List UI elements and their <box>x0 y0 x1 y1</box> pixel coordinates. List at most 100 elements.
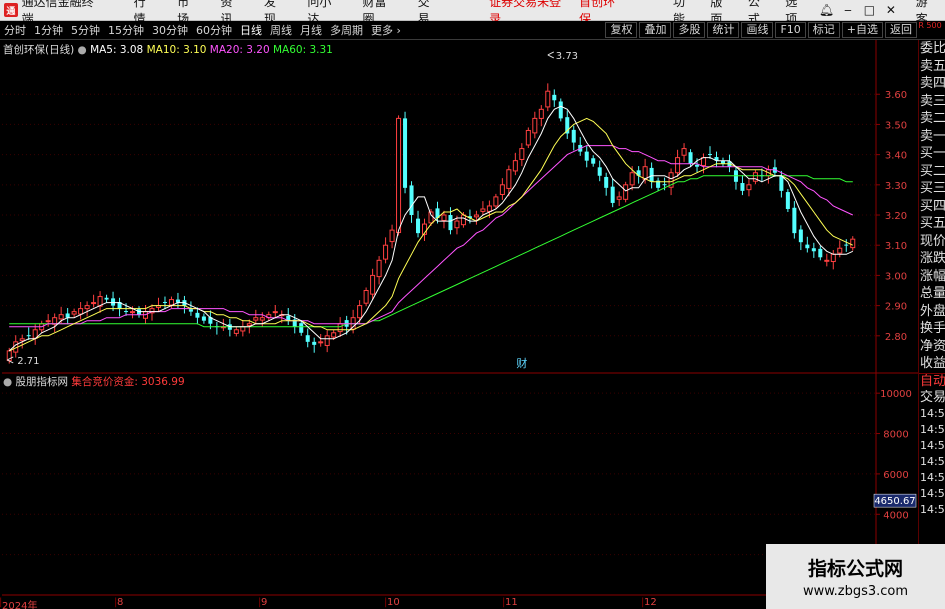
period-15min[interactable]: 15分钟 <box>104 22 148 38</box>
menu-bar: 通 通达信金融终端 行情 市场 资讯 发现 问小达 财富圈 交易 证券交易未登录… <box>0 0 945 26</box>
period-60min[interactable]: 60分钟 <box>192 22 236 38</box>
settings-circle-icon[interactable]: ● <box>78 44 87 56</box>
maximize-icon[interactable]: □ <box>859 3 880 17</box>
period-30min[interactable]: 30分钟 <box>148 22 192 38</box>
candle-body-up <box>746 184 752 191</box>
candle-body-up <box>253 317 259 321</box>
candle-body-up <box>532 117 538 134</box>
candle-body-down <box>124 311 129 313</box>
date-tick-label: 12 <box>644 597 657 608</box>
price-tick-label: 3.60 <box>885 90 907 101</box>
tool-adjust[interactable]: 复权 <box>605 22 638 38</box>
candle-body-up <box>538 108 544 119</box>
candle-body-down <box>416 218 421 234</box>
side-panel-row: 换手 <box>920 321 945 336</box>
period-monthly[interactable]: 月线 <box>296 22 326 38</box>
candle-body-up <box>259 317 265 321</box>
candle-body-down <box>591 158 596 164</box>
candle-body-up <box>519 148 525 160</box>
candle-body-down <box>779 176 784 191</box>
period-more[interactable]: 更多 › <box>367 22 405 38</box>
ma10-label: MA10: 3.10 <box>146 44 207 56</box>
period-weekly[interactable]: 周线 <box>266 22 296 38</box>
sub-tick-label: 4000 <box>883 510 908 521</box>
candle-body-up <box>370 274 376 295</box>
candle-body-up <box>460 214 466 226</box>
side-panel-row: 外盘 <box>920 303 945 319</box>
side-panel-row: 收益 <box>920 356 945 371</box>
candle-body-up <box>616 196 622 200</box>
sub-indicator-legend: ● 股朋指标网 集合竞价资金: 3036.99 <box>3 374 185 389</box>
candle-body-up <box>830 253 836 263</box>
candle-body-down <box>65 313 70 318</box>
side-panel-row: 卖五 <box>920 58 945 74</box>
price-tick-label: 2.80 <box>885 332 907 343</box>
date-tick-label: 8 <box>117 597 124 608</box>
date-tick-label: 9 <box>261 597 268 608</box>
candle-body-down <box>818 248 823 258</box>
side-panel-row: 委比 <box>920 41 945 56</box>
candle-body-down <box>649 167 654 182</box>
ma20-label: MA20: 3.20 <box>209 44 270 56</box>
tool-overlay[interactable]: 叠加 <box>639 22 672 38</box>
period-5min[interactable]: 5分钟 <box>67 22 104 38</box>
side-panel-auto-trade[interactable]: 自动 <box>919 374 945 390</box>
tool-add-watchlist[interactable]: +自选 <box>841 22 883 38</box>
kline-chart[interactable]: 3.60 3.50 3.40 3.30 3.20 3.10 3.00 2.90 2.80 1000… <box>0 40 918 597</box>
tool-f10[interactable]: F10 <box>775 22 806 38</box>
settings-circle-icon[interactable]: ● <box>3 376 12 388</box>
candle-body-down <box>707 154 713 156</box>
candle-body-up <box>324 335 330 346</box>
side-panel-auto-trade[interactable]: 交易 <box>919 390 945 406</box>
side-panel-time: 14:56 <box>920 454 945 468</box>
high-arrow-icon <box>547 51 555 59</box>
side-panel-time: 14:56 <box>920 486 945 500</box>
candle-body-up <box>701 157 707 166</box>
candle-body-down <box>104 297 109 300</box>
candle-body-up <box>130 311 136 314</box>
candle-body-down <box>785 192 790 209</box>
candle-body-up <box>71 311 77 315</box>
period-intraday[interactable]: 分时 <box>0 22 30 38</box>
date-tick-mark: | <box>502 597 506 608</box>
sub-indicator-name: 股朋指标网 <box>15 376 69 388</box>
candle-body-up <box>45 320 51 323</box>
period-daily[interactable]: 日线 <box>236 22 266 38</box>
tool-drawing[interactable]: 画线 <box>741 22 774 38</box>
tool-statistics[interactable]: 统计 <box>707 22 740 38</box>
price-tick-label: 2.90 <box>885 302 907 313</box>
side-panel-row: 卖一 <box>920 128 945 144</box>
tool-back[interactable]: 返回 <box>885 22 917 38</box>
candle-body-down <box>201 316 206 321</box>
candle-body-up <box>824 259 830 262</box>
period-toolbar: 分时 1分钟 5分钟 15分钟 30分钟 60分钟 日线 周线 月线 多周期 更… <box>0 21 945 40</box>
tool-mark[interactable]: 标记 <box>807 22 840 38</box>
period-1min[interactable]: 1分钟 <box>30 22 67 38</box>
candle-body-down <box>299 323 304 333</box>
candle-body-up <box>545 90 551 108</box>
date-tick-mark: | <box>258 597 262 608</box>
side-panel-time: 14:56 <box>920 406 945 420</box>
close-icon[interactable]: ✕ <box>880 3 901 17</box>
period-multi[interactable]: 多周期 <box>326 22 367 38</box>
candle-body-down <box>26 335 31 337</box>
side-panel-row: 卖三 <box>920 93 945 109</box>
candle-body-down <box>792 207 797 234</box>
side-panel-time: 14:56 <box>920 502 945 516</box>
side-panel-row: 卖二 <box>920 111 945 126</box>
candle-body-down <box>597 167 602 176</box>
candle-body-up <box>512 160 518 172</box>
candle-body-up <box>623 184 629 200</box>
candle-body-up <box>441 214 447 221</box>
candle-body-up <box>642 166 648 180</box>
sub-indicator-value: 集合竞价资金: 3036.99 <box>71 376 185 388</box>
tool-multi-stock[interactable]: 多股 <box>673 22 706 38</box>
minimize-icon[interactable]: ‒ <box>837 3 858 17</box>
candle-body-up <box>396 117 402 234</box>
bell-icon[interactable]: 🔔︎ <box>816 3 837 17</box>
candle-body-down <box>798 229 803 243</box>
candle-body-up <box>675 157 681 174</box>
candle-body-up <box>480 208 486 212</box>
side-panel-row: 净资 <box>920 338 945 354</box>
candle-body-down <box>403 118 408 188</box>
